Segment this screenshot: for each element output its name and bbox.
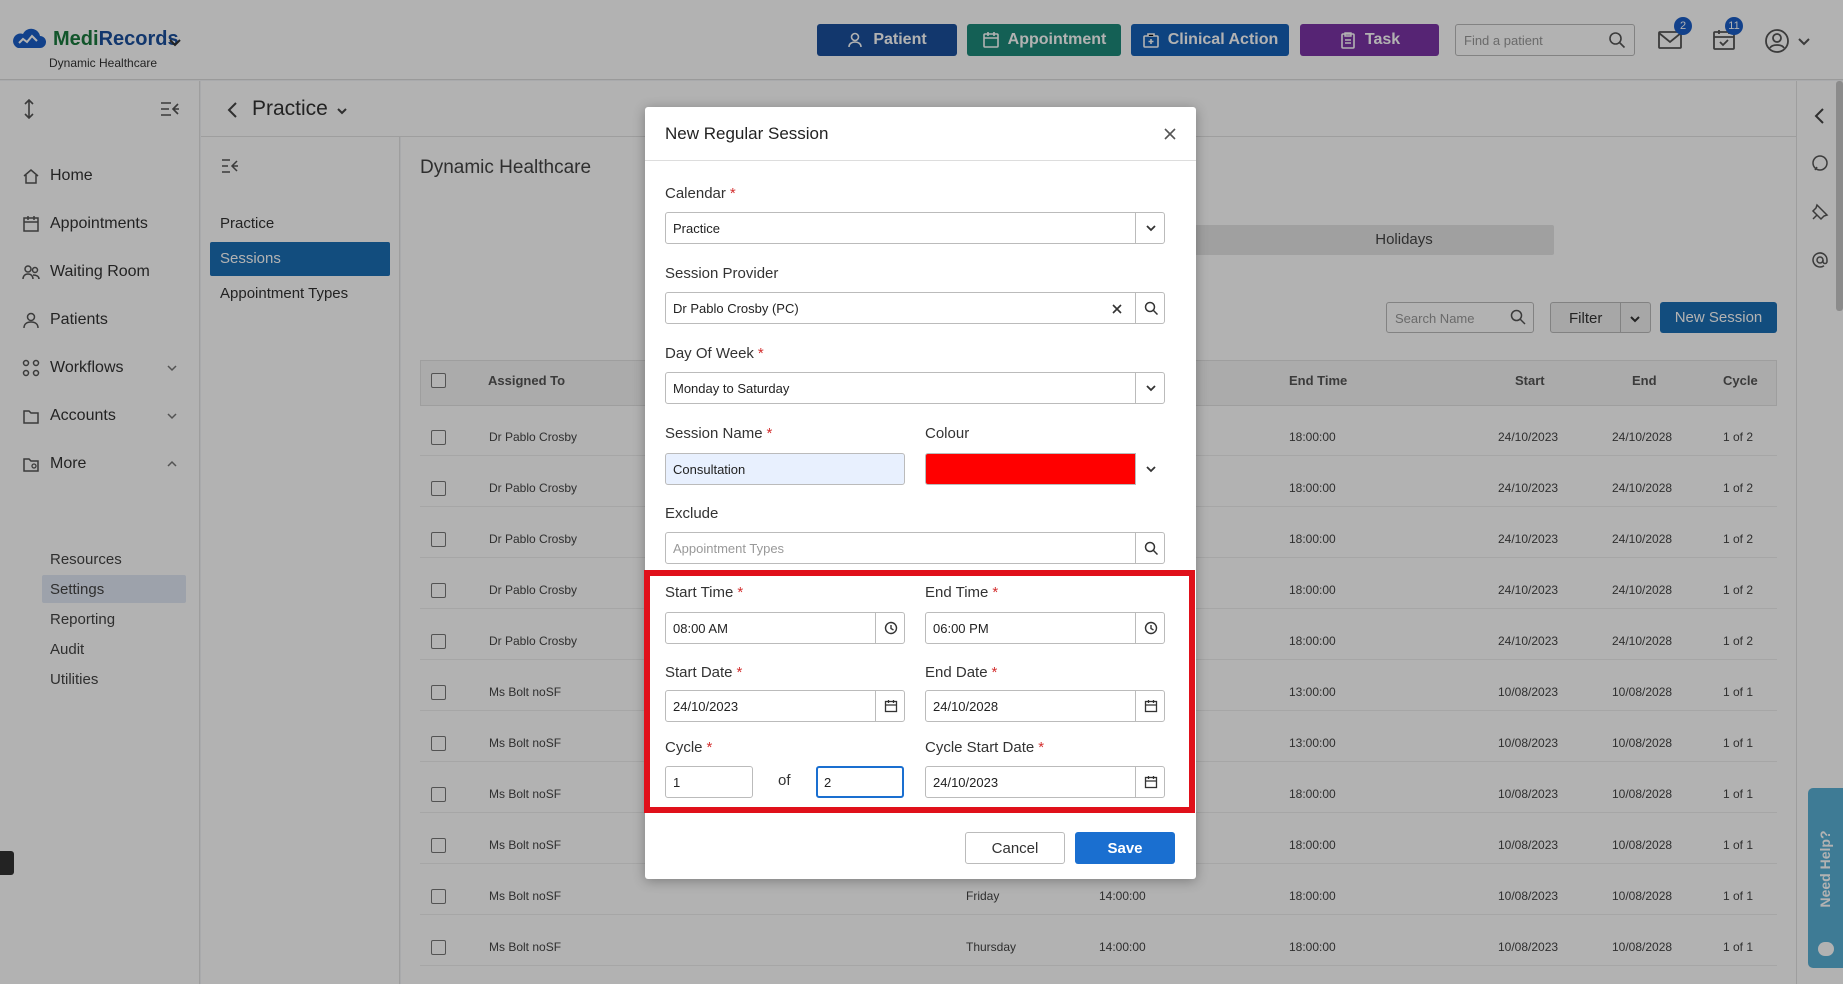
calendar-value: Practice — [673, 221, 720, 236]
start-date-input[interactable]: 24/10/2023 — [665, 690, 905, 722]
day-of-week-select[interactable]: Monday to Saturday — [665, 372, 1165, 404]
start-date-label: Start Date * — [665, 664, 742, 681]
end-time-input[interactable]: 06:00 PM — [925, 612, 1165, 644]
cycle-label-text: Cycle — [665, 739, 703, 756]
save-button[interactable]: Save — [1075, 832, 1175, 864]
required-mark: * — [737, 584, 744, 601]
start-time-input[interactable]: 08:00 AM — [665, 612, 905, 644]
required-mark: * — [1038, 739, 1045, 756]
provider-search-icon[interactable] — [1135, 292, 1165, 324]
required-mark: * — [992, 584, 999, 601]
provider-value: Dr Pablo Crosby (PC) — [673, 301, 799, 316]
day-value: Monday to Saturday — [673, 381, 790, 396]
cycle-of-input[interactable]: 2 — [816, 766, 904, 798]
calendar-select[interactable]: Practice — [665, 212, 1165, 244]
required-mark: * — [757, 345, 764, 362]
session-provider-field[interactable]: Dr Pablo Crosby (PC) — [665, 292, 1165, 324]
cycle-start-label-text: Cycle Start Date — [925, 739, 1035, 756]
dialog-title: New Regular Session — [665, 124, 829, 143]
cycle-start-date-input[interactable]: 24/10/2023 — [925, 766, 1165, 798]
header-divider — [645, 160, 1196, 161]
cycle-input[interactable]: 1 — [665, 766, 753, 798]
calendar-dropdown-icon[interactable] — [1135, 212, 1165, 244]
session-name-label-text: Session Name — [665, 425, 763, 442]
session-name-value: Consultation — [673, 462, 746, 477]
end-time-label: End Time * — [925, 584, 998, 601]
end-date-value: 24/10/2028 — [933, 699, 999, 714]
cycle-of-label: of — [778, 772, 791, 789]
cycle-start-value: 24/10/2023 — [933, 775, 999, 790]
required-mark: * — [991, 664, 998, 681]
start-date-value: 24/10/2023 — [673, 699, 739, 714]
start-time-value: 08:00 AM — [673, 621, 728, 636]
day-label-text: Day Of Week — [665, 345, 754, 362]
exclude-placeholder: Appointment Types — [673, 541, 785, 556]
day-dropdown-icon[interactable] — [1135, 372, 1165, 404]
cycle-start-label: Cycle Start Date * — [925, 739, 1044, 756]
calendar-label-text: Calendar — [665, 185, 726, 202]
calendar-icon[interactable] — [875, 690, 905, 722]
colour-label: Colour — [925, 425, 970, 442]
end-time-label-text: End Time — [925, 584, 989, 601]
end-date-input[interactable]: 24/10/2028 — [925, 690, 1165, 722]
calendar-icon[interactable] — [1135, 690, 1165, 722]
cycle-of-value: 2 — [824, 775, 832, 790]
exclude-search-icon[interactable] — [1135, 532, 1165, 564]
cycle-value: 1 — [673, 775, 681, 790]
session-name-input[interactable]: Consultation — [665, 453, 905, 485]
clock-icon[interactable] — [875, 612, 905, 644]
colour-dropdown-icon[interactable] — [1135, 453, 1165, 485]
cancel-button[interactable]: Cancel — [965, 832, 1065, 864]
clear-icon[interactable] — [1112, 304, 1122, 314]
exclude-input[interactable]: Appointment Types — [665, 532, 1165, 564]
cycle-label: Cycle * — [665, 739, 712, 756]
session-name-label: Session Name * — [665, 425, 772, 442]
start-date-label-text: Start Date — [665, 664, 733, 681]
provider-label: Session Provider — [665, 265, 779, 282]
required-mark: * — [736, 664, 743, 681]
required-mark: * — [729, 185, 736, 202]
new-regular-session-dialog: New Regular Session Calendar * Practice S… — [645, 107, 1196, 879]
required-mark: * — [706, 739, 713, 756]
clock-icon[interactable] — [1135, 612, 1165, 644]
calendar-icon[interactable] — [1135, 766, 1165, 798]
required-mark: * — [766, 425, 773, 442]
start-time-label: Start Time * — [665, 584, 743, 601]
end-time-value: 06:00 PM — [933, 621, 989, 636]
start-time-label-text: Start Time — [665, 584, 734, 601]
colour-select[interactable] — [925, 453, 1165, 485]
close-icon[interactable] — [1163, 127, 1177, 141]
end-date-label: End Date * — [925, 664, 997, 681]
calendar-label: Calendar * — [665, 185, 736, 202]
day-label: Day Of Week * — [665, 345, 764, 362]
end-date-label-text: End Date — [925, 664, 988, 681]
exclude-label: Exclude — [665, 505, 719, 522]
